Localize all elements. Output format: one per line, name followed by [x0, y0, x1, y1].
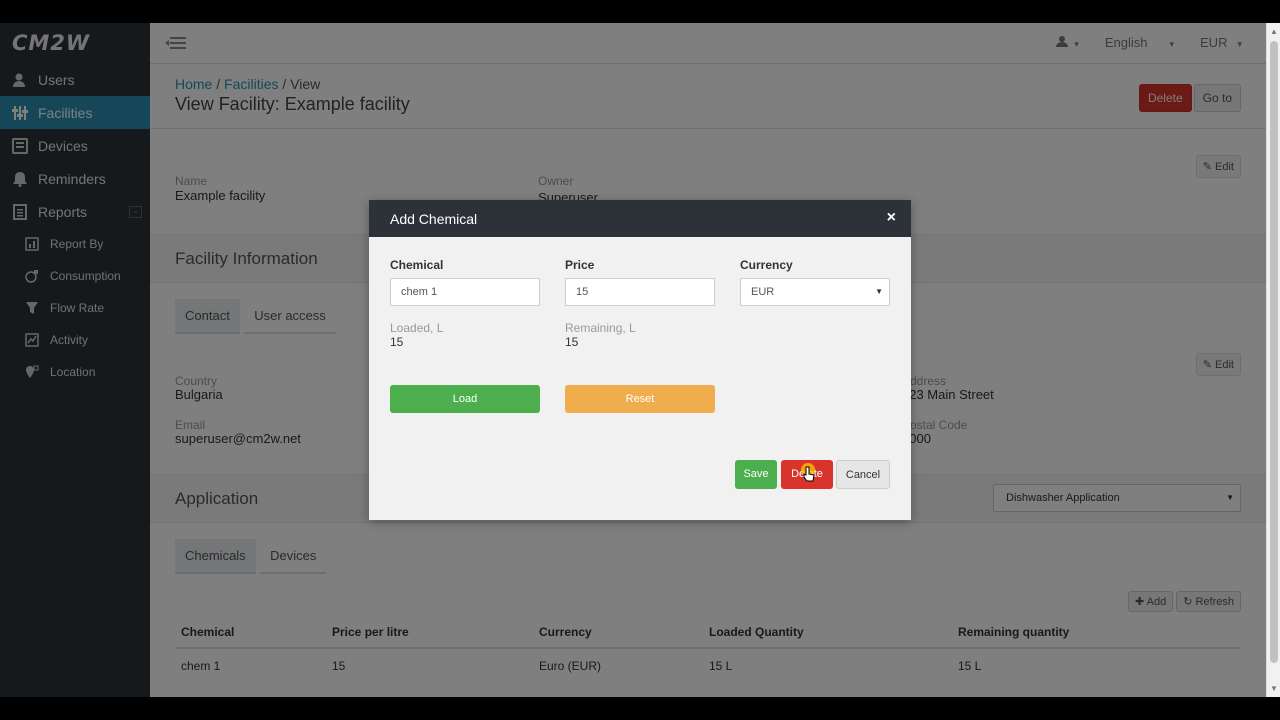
scroll-up-icon[interactable]: ▲ — [1270, 27, 1278, 36]
add-chemical-modal: Add Chemical × Chemical chem 1 Price 15 … — [369, 200, 911, 520]
save-button[interactable]: Save — [735, 460, 777, 489]
modal-header: Add Chemical × — [369, 200, 911, 237]
reset-button[interactable]: Reset — [565, 385, 715, 413]
currency-select-value: EUR — [751, 286, 775, 298]
loaded-value: 15 — [390, 335, 404, 349]
app-window: CM2W Users Facilities Devices Reminders — [0, 23, 1280, 697]
remaining-value: 15 — [565, 335, 579, 349]
close-icon[interactable]: × — [887, 209, 896, 227]
modal-title: Add Chemical — [390, 211, 478, 227]
price-label: Price — [565, 258, 595, 272]
loaded-label: Loaded, L — [390, 321, 444, 335]
chemical-input[interactable]: chem 1 — [390, 278, 540, 306]
chemical-label: Chemical — [390, 258, 444, 272]
remaining-label: Remaining, L — [565, 321, 636, 335]
scrollbar-thumb[interactable] — [1270, 41, 1278, 663]
cancel-button[interactable]: Cancel — [836, 460, 890, 489]
hand-cursor-icon — [803, 466, 815, 482]
load-button[interactable]: Load — [390, 385, 540, 413]
page-scrollbar[interactable]: ▲ ▼ — [1266, 23, 1280, 697]
price-input[interactable]: 15 — [565, 278, 715, 306]
chevron-down-icon: ▼ — [875, 287, 883, 296]
scroll-down-icon[interactable]: ▼ — [1270, 684, 1278, 693]
currency-select[interactable]: EUR ▼ — [740, 278, 890, 306]
currency-label: Currency — [740, 258, 793, 272]
